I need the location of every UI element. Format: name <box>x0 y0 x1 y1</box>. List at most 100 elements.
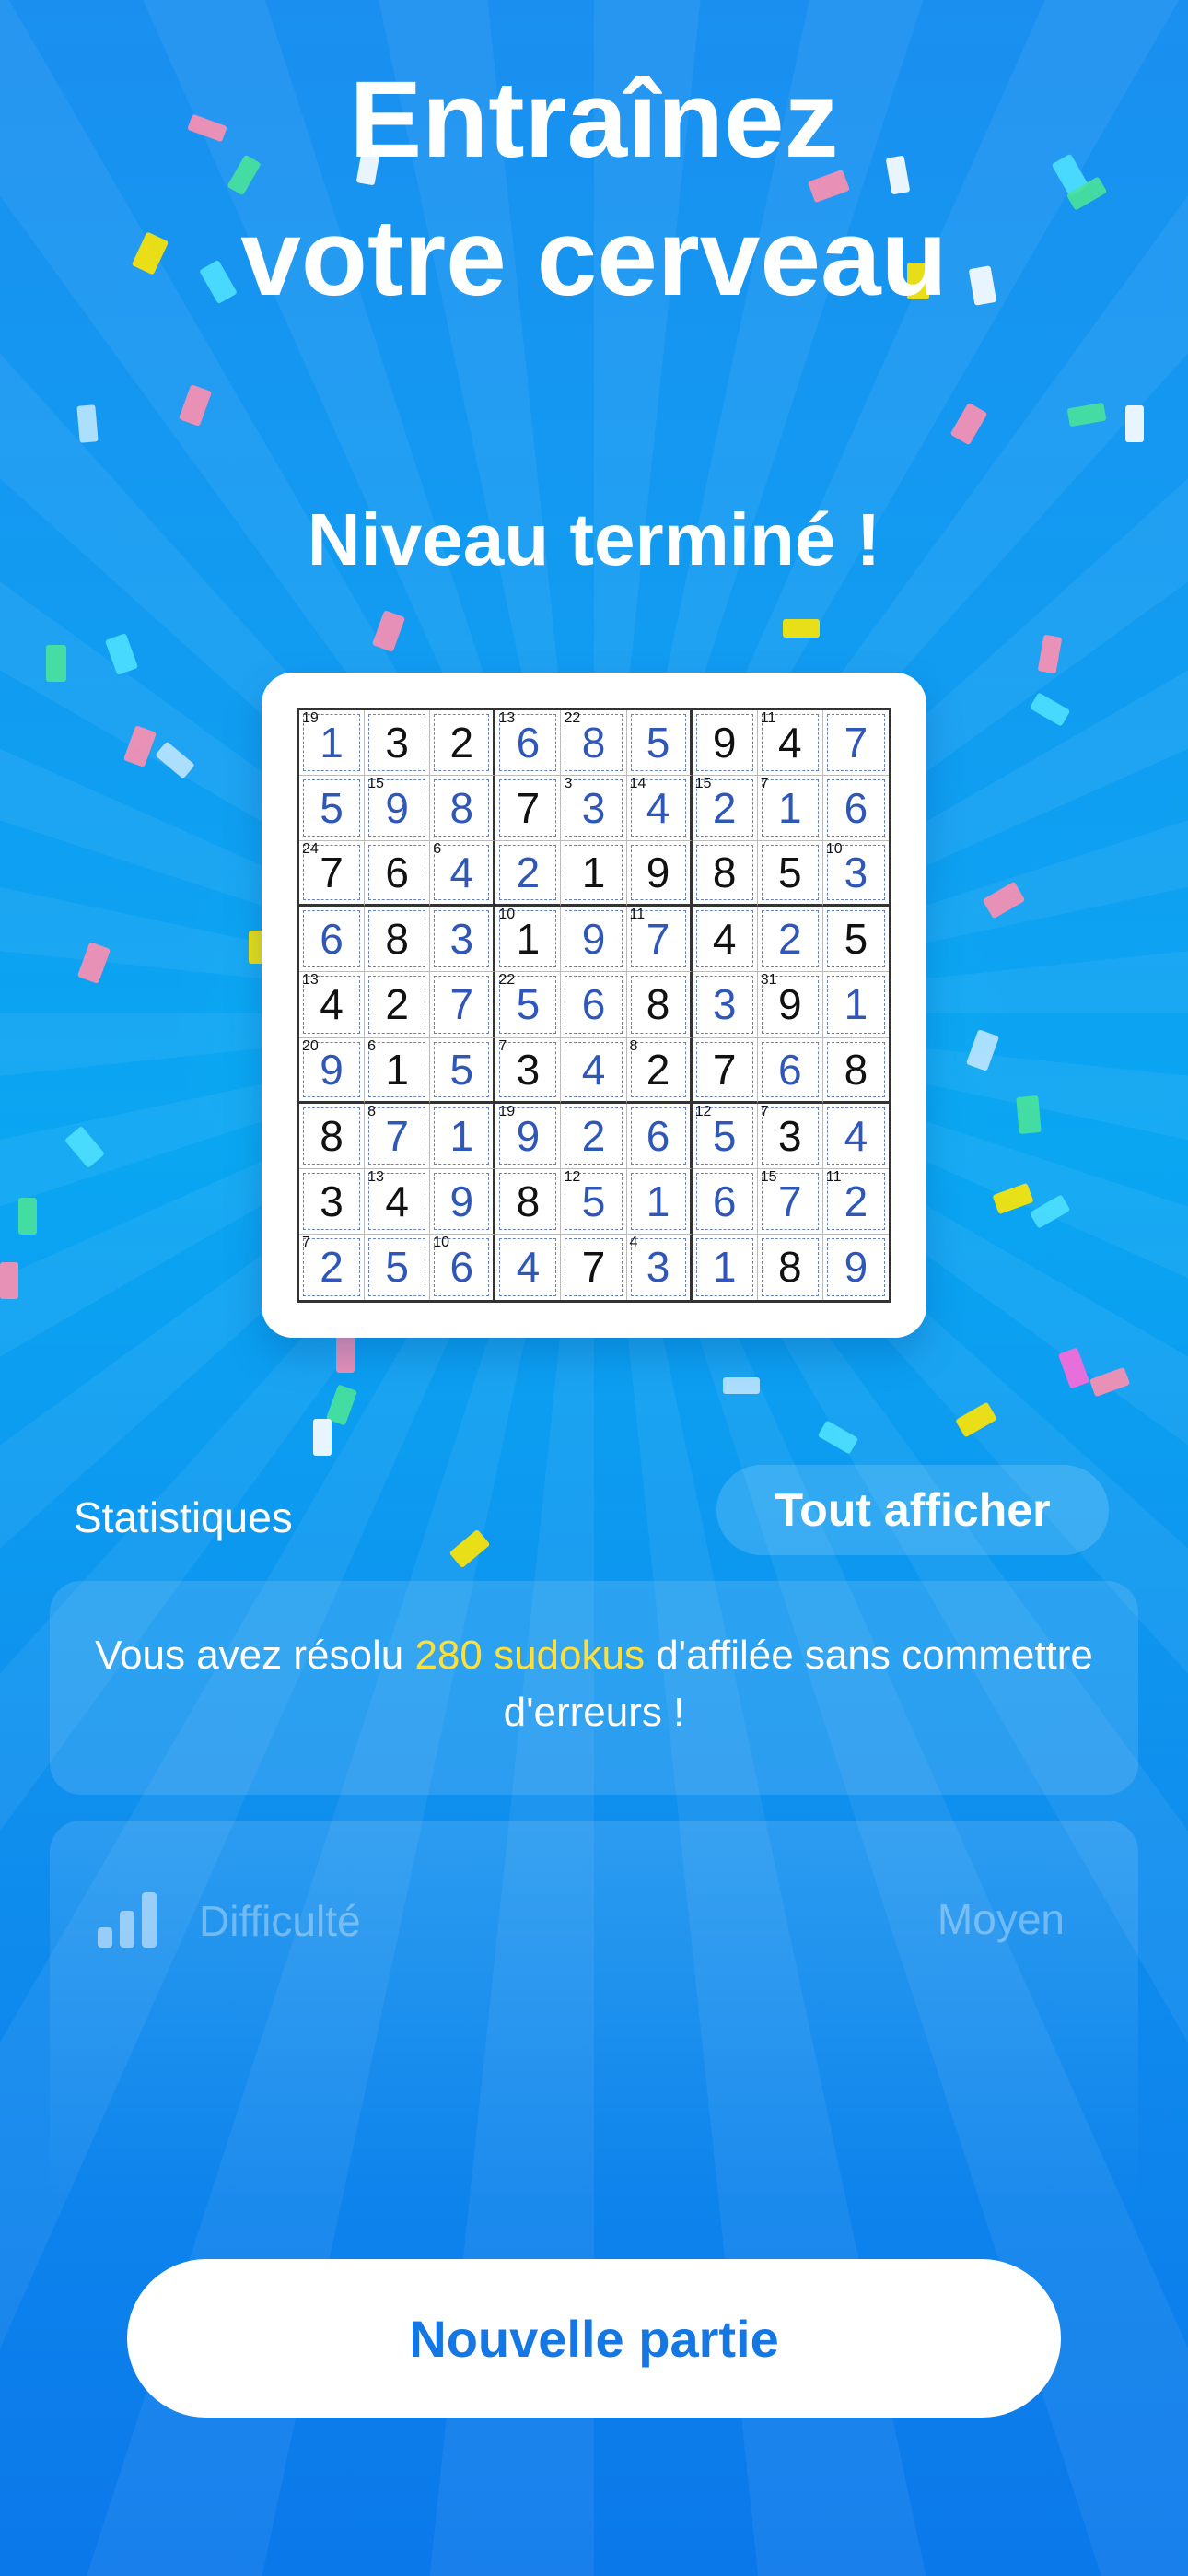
sudoku-cell[interactable]: 2 <box>561 1103 627 1169</box>
sudoku-cell[interactable]: 31 9 <box>757 972 823 1038</box>
sudoku-cell[interactable]: 3 <box>692 972 758 1038</box>
sudoku-cell[interactable]: 6 <box>822 776 889 842</box>
cell-value: 3 <box>449 915 474 964</box>
sudoku-cell[interactable]: 5 <box>299 776 366 842</box>
sudoku-cell[interactable]: 3 <box>299 1168 366 1235</box>
sudoku-cell[interactable]: 12 5 <box>692 1103 758 1169</box>
show-all-button[interactable]: Tout afficher <box>716 1465 1109 1555</box>
sudoku-cell[interactable]: 10 6 <box>430 1234 496 1300</box>
cell-value: 1 <box>844 980 868 1029</box>
sudoku-cell[interactable]: 71 <box>757 776 823 842</box>
sudoku-cell[interactable]: 9 <box>561 907 627 973</box>
sudoku-cell[interactable]: 13 4 <box>299 972 366 1038</box>
sudoku-cell[interactable]: 8 <box>758 1234 823 1300</box>
sudoku-cell[interactable]: 14 4 <box>626 776 693 842</box>
sudoku-cell[interactable]: 22 5 <box>495 972 562 1038</box>
sudoku-cell[interactable]: 33 <box>561 776 627 842</box>
sudoku-cell[interactable]: 6 <box>626 1103 693 1169</box>
sudoku-cell[interactable]: 61 <box>365 1037 431 1104</box>
sudoku-cell[interactable]: 6 <box>299 907 366 973</box>
cell-value: 8 <box>581 719 606 767</box>
cage-sum: 4 <box>629 1234 638 1250</box>
sudoku-cell[interactable]: 5 <box>757 841 823 907</box>
sudoku-cell[interactable]: 3 <box>430 907 496 973</box>
sudoku-cell[interactable]: 11 7 <box>626 907 693 973</box>
sudoku-cell[interactable]: 8 <box>430 776 496 842</box>
sudoku-cell[interactable]: 8 <box>299 1103 366 1169</box>
sudoku-cell[interactable]: 87 <box>365 1103 431 1169</box>
cell-value: 3 <box>778 1111 802 1160</box>
sudoku-cell[interactable]: 9 <box>626 841 693 907</box>
cage-sum: 10 <box>433 1234 450 1250</box>
sudoku-cell[interactable]: 6 <box>561 972 627 1038</box>
sudoku-cell[interactable]: 5 <box>430 1037 496 1104</box>
sudoku-cell[interactable]: 5 <box>626 710 693 777</box>
confetti-piece <box>723 1377 760 1394</box>
sudoku-cell[interactable]: 7 <box>692 1037 758 1104</box>
sudoku-cell[interactable]: 3 <box>365 710 431 777</box>
sudoku-cell[interactable]: 4 <box>692 907 758 973</box>
sudoku-cell[interactable]: 8 <box>692 841 758 907</box>
sudoku-cell[interactable]: 8 <box>626 972 693 1038</box>
sudoku-cell[interactable]: 4 <box>822 1104 889 1169</box>
sudoku-cell[interactable]: 15 7 <box>757 1168 823 1235</box>
sudoku-cell[interactable]: 73 <box>757 1103 823 1169</box>
sudoku-cell[interactable]: 7 <box>822 710 889 777</box>
sudoku-cell[interactable]: 6 <box>757 1037 823 1104</box>
sudoku-cell[interactable]: 9 <box>823 1235 889 1300</box>
cell-value: 7 <box>516 784 541 833</box>
cage-sum: 6 <box>367 1037 377 1054</box>
cell-value: 1 <box>646 1177 670 1225</box>
cell-value: 2 <box>581 1111 606 1160</box>
sudoku-cell[interactable]: 13 4 <box>365 1168 431 1235</box>
sudoku-cell[interactable]: 6 <box>692 1168 758 1235</box>
sudoku-cell[interactable]: 11 4 <box>757 710 823 777</box>
cage-sum: 22 <box>498 972 516 989</box>
sudoku-cell[interactable]: 5 <box>822 907 889 973</box>
sudoku-cell[interactable]: 5 <box>365 1234 431 1300</box>
sudoku-cell[interactable]: 19 9 <box>495 1103 562 1169</box>
sudoku-cell[interactable]: 4 <box>495 1234 562 1300</box>
cell-value: 7 <box>646 915 670 964</box>
cage-sum: 12 <box>694 1103 712 1119</box>
sudoku-cell[interactable]: 2 <box>495 841 562 907</box>
sudoku-cell[interactable]: 15 9 <box>365 776 431 842</box>
sudoku-cell[interactable]: 10 3 <box>822 841 889 907</box>
sudoku-cell[interactable]: 20 9 <box>299 1037 366 1104</box>
sudoku-cell[interactable]: 7 <box>430 972 496 1038</box>
sudoku-cell[interactable]: 12 5 <box>561 1168 627 1235</box>
cell-value: 3 <box>646 1243 670 1292</box>
sudoku-cell[interactable]: 24 7 <box>299 841 366 907</box>
sudoku-cell[interactable]: 7 <box>495 776 562 842</box>
sudoku-cell[interactable]: 22 8 <box>561 710 627 777</box>
sudoku-cell[interactable]: 2 <box>430 710 496 777</box>
sudoku-cell[interactable]: 13 6 <box>495 710 562 777</box>
sudoku-cell[interactable]: 1 <box>693 1234 758 1300</box>
sudoku-cell[interactable]: 1 <box>561 841 627 907</box>
sudoku-cell[interactable]: 82 <box>626 1037 693 1104</box>
sudoku-cell[interactable]: 64 <box>430 841 496 907</box>
sudoku-cell[interactable]: 7 <box>561 1234 627 1300</box>
sudoku-cell[interactable]: 15 2 <box>692 776 758 842</box>
sudoku-cell[interactable]: 73 <box>495 1037 562 1104</box>
sudoku-cell[interactable]: 6 <box>365 841 431 907</box>
sudoku-cell[interactable]: 8 <box>495 1168 562 1235</box>
sudoku-cell[interactable]: 1 <box>822 972 889 1038</box>
sudoku-cell[interactable]: 19 1 <box>299 710 366 777</box>
sudoku-cell[interactable]: 43 <box>627 1234 693 1300</box>
cell-value: 1 <box>449 1111 474 1160</box>
sudoku-cell[interactable]: 10 1 <box>495 907 562 973</box>
sudoku-cell[interactable]: 2 <box>757 907 823 973</box>
sudoku-cell[interactable]: 1 <box>430 1103 496 1169</box>
sudoku-cell[interactable]: 1 <box>626 1168 693 1235</box>
sudoku-cell[interactable]: 8 <box>822 1038 889 1104</box>
sudoku-cell[interactable]: 9 <box>430 1168 496 1235</box>
sudoku-cell[interactable]: 4 <box>561 1037 627 1104</box>
sudoku-cell[interactable]: 11 2 <box>822 1169 889 1235</box>
cage-sum: 19 <box>498 1103 516 1119</box>
new-game-button[interactable]: Nouvelle partie <box>127 2259 1061 2418</box>
sudoku-cell[interactable]: 72 <box>299 1234 366 1300</box>
sudoku-cell[interactable]: 8 <box>365 907 431 973</box>
sudoku-cell[interactable]: 9 <box>692 710 758 777</box>
sudoku-cell[interactable]: 2 <box>365 972 431 1038</box>
